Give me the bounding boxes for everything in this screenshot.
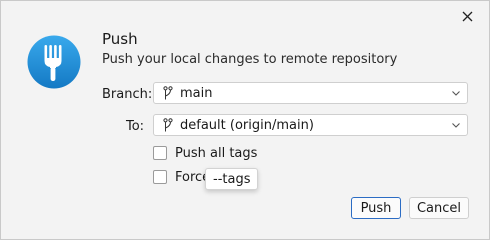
branch-select[interactable]: main	[153, 82, 468, 104]
dialog-title: Push	[102, 30, 138, 48]
branch-icon	[163, 86, 173, 100]
chevron-down-icon	[452, 123, 460, 128]
tags-tooltip: --tags	[205, 168, 259, 190]
push-all-tags-label: Push all tags	[175, 145, 258, 161]
dialog-subtitle: Push your local changes to remote reposi…	[102, 52, 398, 67]
force-checkbox[interactable]	[153, 170, 167, 184]
close-button[interactable]	[457, 7, 477, 25]
branch-select-value: main	[180, 85, 213, 101]
branch-icon	[163, 118, 173, 132]
push-button[interactable]: Push	[351, 197, 401, 219]
push-dialog: Push Push your local changes to remote r…	[0, 0, 490, 240]
branch-label: Branch:	[102, 87, 153, 102]
force-option[interactable]: Force	[153, 168, 210, 186]
to-label: To:	[126, 119, 145, 134]
remote-select-value: default (origin/main)	[180, 117, 314, 133]
close-icon	[462, 11, 472, 21]
push-all-tags-checkbox[interactable]	[153, 146, 167, 160]
fork-icon	[27, 35, 81, 89]
remote-select[interactable]: default (origin/main)	[153, 114, 468, 136]
push-all-tags-option[interactable]: Push all tags	[153, 144, 257, 162]
chevron-down-icon	[452, 91, 460, 96]
cancel-button[interactable]: Cancel	[409, 197, 469, 219]
